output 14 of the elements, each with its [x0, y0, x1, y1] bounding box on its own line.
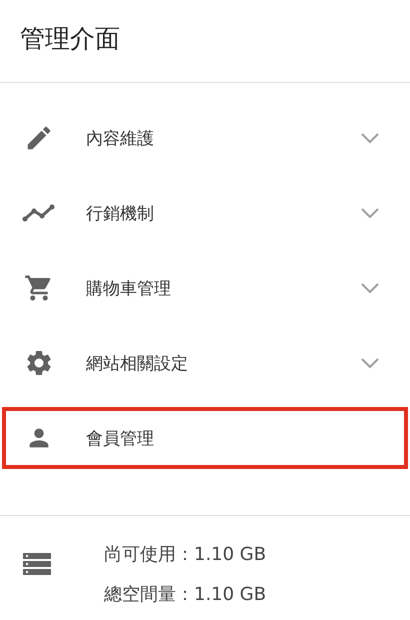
- storage-total: 總空間量：1.10 GB: [104, 583, 266, 606]
- menu-item[interactable]: 網站相關設定: [2, 332, 408, 394]
- menu-item[interactable]: 行銷機制: [2, 182, 408, 244]
- chevron-down-icon[interactable]: [360, 357, 380, 369]
- storage-available: 尚可使用：1.10 GB: [104, 543, 266, 566]
- line-chart-icon: [22, 203, 56, 223]
- menu-item[interactable]: 會員管理: [2, 407, 408, 469]
- chevron-down-icon[interactable]: [360, 282, 380, 294]
- menu-item[interactable]: 內容維護: [2, 107, 408, 169]
- chevron-down-icon[interactable]: [360, 207, 380, 219]
- panel-title: 管理介面: [19, 23, 121, 55]
- chevron-down-icon[interactable]: [360, 132, 380, 144]
- storage-icon: [22, 552, 52, 576]
- menu-item[interactable]: 購物車管理: [2, 257, 408, 319]
